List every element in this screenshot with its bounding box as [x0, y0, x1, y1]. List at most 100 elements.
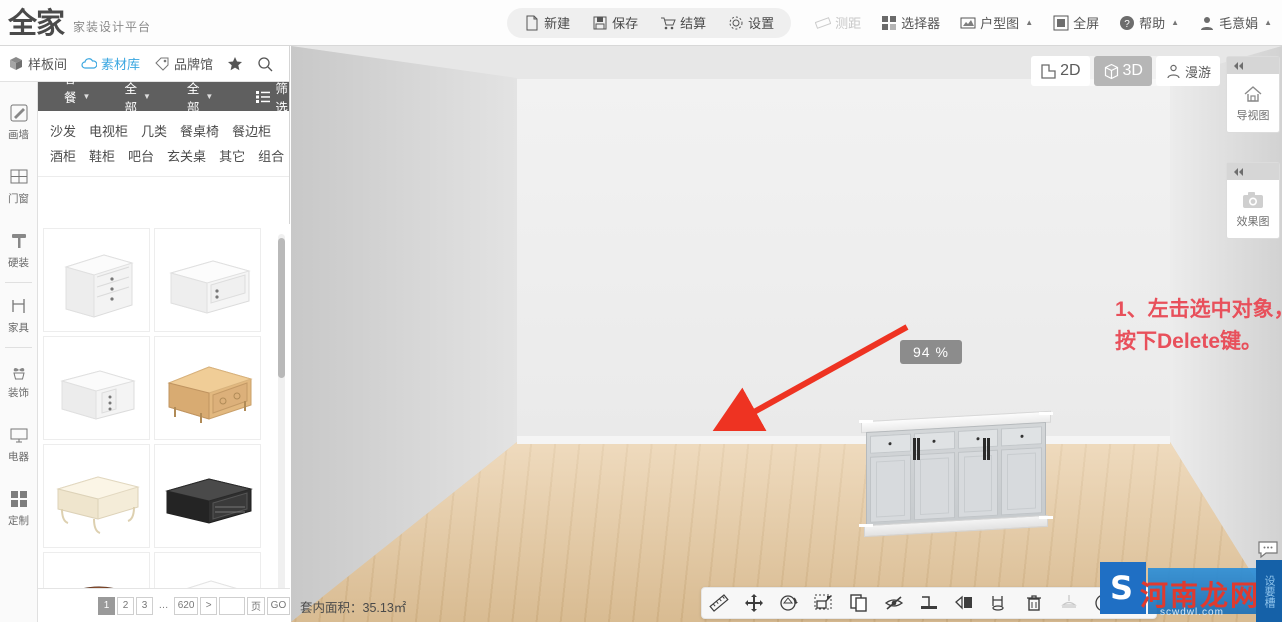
view-mode-2d[interactable]: 2D	[1031, 56, 1090, 86]
move-tool[interactable]	[742, 591, 766, 615]
delete-tool[interactable]	[1022, 591, 1046, 615]
baseboard	[517, 436, 1170, 444]
walk-person-icon	[1165, 63, 1182, 80]
category-entry-table[interactable]: 玄关桌	[167, 144, 206, 169]
product-item[interactable]	[154, 228, 261, 332]
category-shoe-cab[interactable]: 鞋柜	[89, 144, 115, 169]
rotate-icon	[780, 595, 799, 611]
rail-label: 家具	[8, 322, 29, 334]
tab-brand-hall[interactable]: 品牌馆	[154, 54, 213, 73]
page-next-button[interactable]: >	[200, 596, 218, 615]
flip-tool[interactable]	[952, 591, 976, 615]
annotation-line-2: 按下Delete键。	[1115, 330, 1263, 353]
category-bar[interactable]: 吧台	[128, 144, 154, 169]
filter-brand[interactable]: 全部 ▼	[181, 78, 219, 116]
render-view-button[interactable]: 效果图	[1227, 180, 1279, 238]
ruler-icon	[709, 594, 730, 612]
rail-item-doors-windows[interactable]: 门窗	[0, 154, 37, 218]
navigation-view-button[interactable]: 导视图	[1227, 74, 1279, 132]
page-1[interactable]: 1	[98, 596, 115, 615]
rail-item-draw-wall[interactable]: 画墙	[0, 90, 37, 154]
help-icon: ?	[1119, 15, 1135, 31]
interior-area-label: 套内面积：35.13㎡	[300, 601, 407, 615]
rail-item-hard-decor[interactable]: 硬装	[0, 218, 37, 282]
align-bottom-icon	[920, 596, 937, 609]
filter-room-type[interactable]: 客餐厅 ▼	[58, 68, 96, 125]
settings-button-label: 设置	[748, 16, 775, 31]
category-sideboard[interactable]: 餐边柜	[232, 119, 271, 144]
chevron-up-icon: ▲	[1264, 18, 1272, 27]
rail-item-decoration[interactable]: 装饰	[0, 348, 37, 412]
copy-tool[interactable]	[847, 591, 871, 615]
page-last[interactable]: 620	[174, 596, 199, 615]
brand-logo[interactable]: 全家 家装设计平台	[0, 8, 215, 38]
page-2[interactable]: 2	[117, 596, 134, 615]
product-item[interactable]	[154, 336, 261, 440]
page-3[interactable]: 3	[136, 596, 153, 615]
fullscreen-button[interactable]: 全屏	[1043, 8, 1109, 38]
category-dining[interactable]: 餐桌椅	[180, 119, 219, 144]
rail-label: 画墙	[8, 129, 29, 141]
user-menu-button[interactable]: 毛意娟 ▲	[1189, 8, 1282, 38]
rail-item-appliances[interactable]: 电器	[0, 412, 37, 476]
box-icon	[8, 56, 24, 72]
scale-tool[interactable]	[812, 591, 836, 615]
category-tv-cab[interactable]: 电视柜	[89, 119, 128, 144]
rail-item-furniture[interactable]: 家具	[0, 283, 37, 347]
product-item[interactable]	[43, 444, 150, 548]
red-arrow-icon	[711, 324, 909, 431]
hide-tool[interactable]	[882, 591, 906, 615]
page-jump-input[interactable]	[219, 596, 246, 615]
category-wine-cab[interactable]: 酒柜	[50, 144, 76, 169]
product-item[interactable]	[154, 444, 261, 548]
measure-tool[interactable]	[707, 591, 731, 615]
selection-handle[interactable]	[859, 524, 873, 527]
annotation-text: 1、左击选中对象， 按下Delete键。	[1115, 294, 1282, 358]
align-tool[interactable]	[917, 591, 941, 615]
pencil-wall-icon	[10, 104, 27, 122]
search-button[interactable]	[257, 56, 273, 72]
library-scrollbar-thumb[interactable]	[278, 238, 285, 378]
place-floor-tool[interactable]	[987, 591, 1011, 615]
filter-advanced-button[interactable]: 筛选	[249, 78, 294, 116]
selection-handle[interactable]	[1039, 516, 1053, 519]
collapse-left-icon[interactable]	[1227, 163, 1279, 180]
floorplan-button[interactable]: 户型图 ▲	[950, 8, 1043, 38]
category-combo[interactable]: 组合	[258, 144, 284, 169]
product-item[interactable]	[43, 228, 150, 332]
product-item[interactable]	[43, 336, 150, 440]
selection-handle[interactable]	[1039, 412, 1053, 415]
collapse-left-icon[interactable]	[1227, 57, 1279, 74]
category-other[interactable]: 其它	[219, 144, 245, 169]
category-sofa[interactable]: 沙发	[50, 119, 76, 144]
help-button[interactable]: ? 帮助 ▲	[1109, 8, 1189, 38]
view-mode-3d[interactable]: 3D	[1093, 56, 1152, 86]
door-handle	[983, 438, 986, 460]
rail-item-custom[interactable]: 定制	[0, 476, 37, 540]
top-toolbar: 全家 家装设计平台 新建 保存 结算 设置 测距 选择器 户型图 ▲ 全屏 ? …	[0, 0, 1282, 46]
favorites-button[interactable]	[227, 56, 243, 72]
selected-furniture[interactable]	[859, 410, 1053, 541]
filter-style[interactable]: 全部 ▼	[118, 78, 156, 116]
selection-handle[interactable]	[859, 420, 873, 423]
design-viewport[interactable]: 2D 3D 漫游 94 % 1、左击选中对象， 按下Delete键。 导视图 效…	[291, 46, 1282, 622]
filter-room-type-label: 客餐厅	[64, 72, 77, 124]
category-tables[interactable]: 几类	[141, 119, 167, 144]
checkout-button[interactable]: 结算	[649, 9, 717, 37]
page-go-button[interactable]: GO	[266, 596, 290, 615]
chevron-up-icon: ▲	[1171, 18, 1180, 27]
annotation-line-1: 1、左击选中对象，	[1115, 298, 1282, 321]
rotate-tool[interactable]	[777, 591, 801, 615]
home-icon	[1244, 85, 1262, 102]
selector-button[interactable]: 选择器	[871, 8, 950, 38]
new-button[interactable]: 新建	[513, 9, 581, 37]
rail-label: 装饰	[8, 387, 29, 399]
chat-bubble-icon[interactable]	[1257, 538, 1279, 560]
save-button[interactable]: 保存	[581, 9, 649, 37]
grid-selector-icon	[881, 15, 897, 31]
category-row: 酒柜 鞋柜 吧台 玄关桌 其它 组合	[50, 144, 289, 169]
trash-icon	[1026, 595, 1041, 611]
settings-button[interactable]: 设置	[717, 9, 785, 37]
view-mode-roam[interactable]: 漫游	[1155, 56, 1220, 86]
scale-icon	[814, 594, 832, 610]
